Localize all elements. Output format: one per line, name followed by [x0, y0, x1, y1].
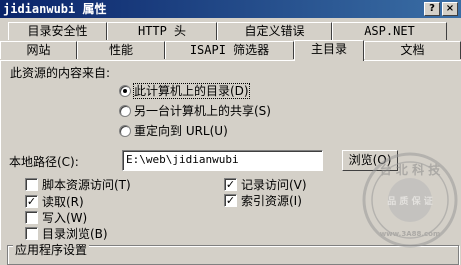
radio-network-share[interactable]: [119, 105, 131, 117]
checkbox-script-source-access[interactable]: [25, 178, 38, 191]
tab-documents[interactable]: 文档: [364, 41, 461, 59]
content-source-heading: 此资源的内容来自:: [10, 66, 111, 80]
window-title: jidianwubi 属性: [3, 2, 107, 16]
watermark-text-mid: 品 质 保 证: [387, 195, 432, 207]
local-path-label: 本地路径(C):: [9, 155, 79, 169]
checkbox-write[interactable]: [25, 211, 38, 224]
app-settings-heading: 应用程序设置: [13, 243, 90, 257]
tab-website[interactable]: 网站: [0, 41, 77, 59]
radio-network-share-label[interactable]: 另一台计算机上的共享(S): [134, 104, 271, 118]
radio-redirect-url[interactable]: [119, 125, 131, 137]
radio-redirect-url-label[interactable]: 重定向到 URL(U): [134, 124, 228, 138]
log-visits-label: 记录访问(V): [241, 178, 307, 192]
checkbox-read[interactable]: ✓: [25, 195, 38, 208]
watermark-text-top: 台 北 科 技: [380, 162, 442, 177]
write-label: 写入(W): [42, 211, 88, 225]
watermark-seal: 台 北 科 技 品 质 保 证 www.3A88.com: [362, 152, 458, 248]
script-source-access-label: 脚本资源访问(T): [42, 178, 131, 192]
tab-isapi-filters[interactable]: ISAPI 筛选器: [165, 41, 294, 59]
tab-http-headers[interactable]: HTTP 头: [107, 22, 217, 40]
checkbox-log-visits[interactable]: ✓: [224, 178, 237, 191]
radio-local-directory[interactable]: [119, 85, 131, 97]
radio-local-directory-label[interactable]: 此计算机上的目录(D): [133, 83, 250, 99]
tab-aspnet[interactable]: ASP.NET: [332, 22, 447, 40]
close-button[interactable]: ×: [442, 2, 458, 16]
help-button[interactable]: ?: [424, 2, 440, 16]
read-label: 读取(R): [42, 195, 84, 209]
index-resource-label: 索引资源(I): [241, 194, 302, 208]
tab-home-directory[interactable]: 主目录: [294, 40, 364, 61]
tab-custom-errors[interactable]: 自定义错误: [217, 22, 332, 40]
watermark-text-bottom: www.3A88.com: [380, 230, 441, 238]
tab-directory-security[interactable]: 目录安全性: [8, 22, 107, 40]
checkbox-directory-browsing[interactable]: [25, 227, 38, 240]
directory-browsing-label: 目录浏览(B): [42, 227, 108, 241]
tab-performance[interactable]: 性能: [77, 41, 165, 59]
title-bar: jidianwubi 属性 ? ×: [0, 0, 461, 18]
checkbox-index-resource[interactable]: ✓: [224, 194, 237, 207]
local-path-input[interactable]: E:\web\jidianwubi: [122, 150, 323, 171]
